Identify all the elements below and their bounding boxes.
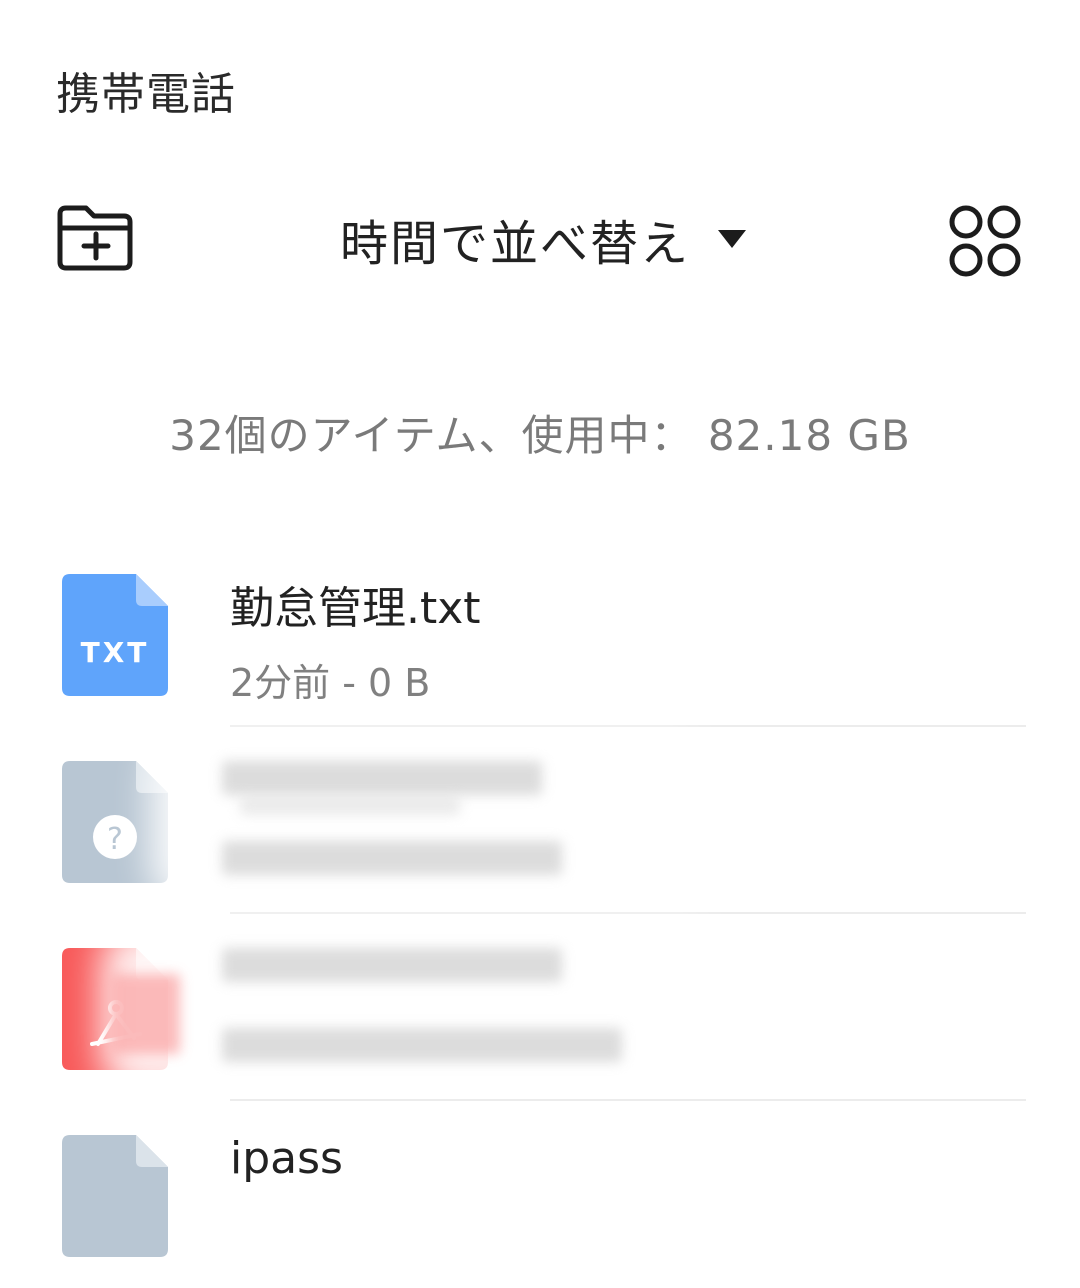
redacted-file-name [222,761,542,795]
redacted-file-meta [222,1028,622,1062]
page-title: 携帯電話 [56,69,236,120]
file-row[interactable] [0,914,1080,1101]
file-row[interactable]: TXT 勤怠管理.txt 2分前 - 0 B [0,540,1080,727]
storage-summary: 32個のアイテム、使用中： 82.18 GB [169,411,911,460]
redacted-file-name [222,948,562,982]
redacted-file-meta [222,841,562,875]
grid-view-button[interactable] [946,202,1024,280]
file-name: 勤怠管理.txt [230,583,481,634]
sort-dropdown[interactable]: 時間で並べ替え [340,204,748,274]
folder-plus-icon [57,205,133,271]
caret-down-icon [718,230,747,248]
file-type-label: ? [107,822,123,857]
new-folder-button[interactable] [52,202,138,276]
grid-view-icon [949,205,1021,277]
txt-file-icon: TXT [62,574,168,696]
file-row[interactable]: ? [0,727,1080,914]
file-type-label: TXT [81,636,150,669]
unknown-file-icon [62,1135,168,1257]
sort-label: 時間で並べ替え [340,216,691,272]
redacted-file-name [240,797,460,815]
file-meta: 2分前 - 0 B [230,661,431,705]
file-name: ipass [230,1133,343,1184]
redacted-icon-overlay [110,974,180,1054]
file-row[interactable]: ipass [0,1101,1080,1288]
toolbar: 時間で並べ替え [0,190,1080,290]
